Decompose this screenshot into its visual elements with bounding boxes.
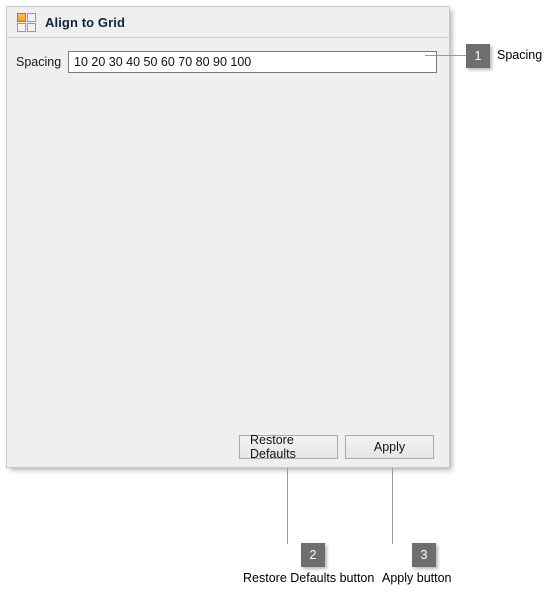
spacing-field-row: Spacing bbox=[7, 50, 449, 74]
spacing-label: Spacing bbox=[16, 55, 62, 69]
callout-leader-line-3 bbox=[392, 468, 393, 544]
page-title: Align to Grid bbox=[45, 14, 126, 30]
callout-label-2: Restore Defaults button bbox=[243, 571, 375, 585]
dialog-footer: Restore Defaults Apply bbox=[7, 427, 449, 467]
apply-button[interactable]: Apply bbox=[345, 435, 434, 459]
align-to-grid-dialog: Align to Grid Spacing Restore Defaults A… bbox=[6, 6, 450, 468]
dialog-body: Spacing Restore Defaults Apply bbox=[7, 38, 449, 467]
dialog-title-bar: Align to Grid bbox=[7, 7, 449, 38]
callout-leader-line-2 bbox=[287, 468, 288, 544]
callout-marker-3: 3 bbox=[412, 543, 436, 567]
callout-marker-2: 2 bbox=[301, 543, 325, 567]
callout-marker-1: 1 bbox=[466, 44, 490, 68]
restore-defaults-button[interactable]: Restore Defaults bbox=[239, 433, 338, 461]
grid-2x2-icon bbox=[17, 12, 36, 32]
callout-label-1: Spacing bbox=[497, 48, 543, 62]
spacing-input[interactable] bbox=[68, 51, 437, 73]
callout-label-3: Apply button bbox=[382, 571, 452, 585]
